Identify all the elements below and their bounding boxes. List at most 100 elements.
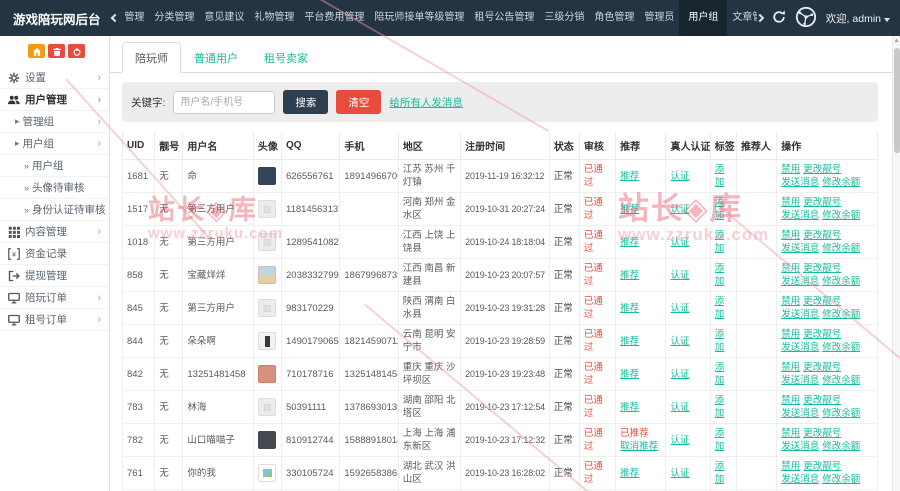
sidebar-item-settings[interactable]: 设置 › — [0, 67, 109, 89]
change-nice-id-link[interactable]: 更改靓号 — [803, 296, 841, 307]
vertical-scrollbar[interactable]: ▲ — [892, 36, 900, 491]
power-button[interactable] — [68, 44, 85, 58]
change-nice-id-link[interactable]: 更改靓号 — [803, 461, 841, 472]
nav-item-feedback[interactable]: 意见建议 — [199, 0, 249, 36]
modify-balance-link[interactable]: 修改余额 — [822, 210, 860, 221]
cancel-recommend-link[interactable]: 取消推荐 — [620, 440, 661, 453]
add-tag-link[interactable]: 添加 — [715, 164, 725, 188]
modify-balance-link[interactable]: 修改余额 — [822, 243, 860, 254]
real-auth-link[interactable]: 认证 — [670, 204, 689, 215]
change-nice-id-link[interactable]: 更改靓号 — [803, 263, 841, 274]
sidebar-item-avatar-review[interactable]: » 头像待审核 — [0, 177, 109, 199]
disable-user-link[interactable]: 禁用 — [781, 329, 800, 340]
nav-scroll-right-icon[interactable] — [755, 14, 763, 22]
recommend-link[interactable]: 推荐 — [620, 170, 661, 183]
modify-balance-link[interactable]: 修改余额 — [822, 441, 860, 452]
nav-item-admins[interactable]: 管理员 — [639, 0, 679, 36]
real-auth-link[interactable]: 认证 — [670, 270, 689, 281]
recommend-link[interactable]: 推荐 — [620, 335, 661, 348]
add-tag-link[interactable]: 添加 — [715, 461, 725, 485]
modify-balance-link[interactable]: 修改余额 — [822, 276, 860, 287]
welcome-user-dropdown[interactable]: 欢迎, admin — [826, 11, 890, 26]
send-message-link[interactable]: 发送消息 — [781, 342, 819, 353]
nav-item-category[interactable]: 分类管理 — [149, 0, 199, 36]
nav-item-rental-notice[interactable]: 租号公告管理 — [469, 0, 539, 36]
tab-rental-sellers[interactable]: 租号卖家 — [251, 42, 321, 73]
sidebar-item-admin-group[interactable]: ▸ 管理组 › — [0, 111, 109, 133]
add-tag-link[interactable]: 添加 — [715, 296, 725, 320]
tab-companions[interactable]: 陪玩师 — [122, 42, 181, 73]
scrollbar-thumb[interactable] — [894, 48, 900, 153]
disable-user-link[interactable]: 禁用 — [781, 296, 800, 307]
recommend-link[interactable]: 推荐 — [620, 203, 661, 216]
refresh-icon[interactable] — [772, 10, 786, 27]
disable-user-link[interactable]: 禁用 — [781, 428, 800, 439]
send-message-link[interactable]: 发送消息 — [781, 276, 819, 287]
add-tag-link[interactable]: 添加 — [715, 230, 725, 254]
broadcast-message-link[interactable]: 给所有人发消息 — [389, 95, 463, 110]
home-button[interactable] — [28, 44, 45, 58]
real-auth-link[interactable]: 认证 — [670, 402, 689, 413]
send-message-link[interactable]: 发送消息 — [781, 243, 819, 254]
add-tag-link[interactable]: 添加 — [715, 362, 725, 386]
sidebar-item-user-group-list[interactable]: » 用户组 — [0, 155, 109, 177]
send-message-link[interactable]: 发送消息 — [781, 408, 819, 419]
nav-item-level-manage[interactable]: 陪玩师接单等级管理 — [369, 0, 469, 36]
real-auth-link[interactable]: 认证 — [670, 303, 689, 314]
change-nice-id-link[interactable]: 更改靓号 — [803, 362, 841, 373]
sidebar-item-companion-orders[interactable]: 陪玩订单 › — [0, 287, 109, 309]
disable-user-link[interactable]: 禁用 — [781, 461, 800, 472]
change-nice-id-link[interactable]: 更改靓号 — [803, 230, 841, 241]
recommend-link[interactable]: 推荐 — [620, 302, 661, 315]
change-nice-id-link[interactable]: 更改靓号 — [803, 164, 841, 175]
sidebar-item-user-group[interactable]: ▸ 用户组 › — [0, 133, 109, 155]
recommend-link[interactable]: 推荐 — [620, 236, 661, 249]
nav-item-platform-fees[interactable]: 平台费用管理 — [299, 0, 369, 36]
change-nice-id-link[interactable]: 更改靓号 — [803, 197, 841, 208]
user-avatar-icon[interactable] — [795, 6, 817, 31]
clear-button[interactable]: 清空 — [336, 90, 381, 114]
change-nice-id-link[interactable]: 更改靓号 — [803, 428, 841, 439]
sidebar-item-rental-orders[interactable]: 租号订单 › — [0, 309, 109, 331]
modify-balance-link[interactable]: 修改余额 — [822, 474, 860, 485]
trash-button[interactable] — [48, 44, 65, 58]
sidebar-item-identity-review[interactable]: » 身份认证待审核 — [0, 199, 109, 221]
send-message-link[interactable]: 发送消息 — [781, 309, 819, 320]
sidebar-item-content-manage[interactable]: 内容管理 › — [0, 221, 109, 243]
nav-item-articles[interactable]: 文章管理 — [727, 0, 756, 36]
tab-normal-users[interactable]: 普通用户 — [181, 42, 251, 73]
sidebar-item-withdraw-manage[interactable]: 提现管理 — [0, 265, 109, 287]
sidebar-item-fund-records[interactable]: ¥ 资金记录 — [0, 243, 109, 265]
recommend-link[interactable]: 推荐 — [620, 401, 661, 414]
recommend-link[interactable]: 已推荐 — [620, 427, 661, 440]
change-nice-id-link[interactable]: 更改靓号 — [803, 395, 841, 406]
modify-balance-link[interactable]: 修改余额 — [822, 309, 860, 320]
send-message-link[interactable]: 发送消息 — [781, 441, 819, 452]
disable-user-link[interactable]: 禁用 — [781, 263, 800, 274]
add-tag-link[interactable]: 添加 — [715, 428, 725, 452]
nav-item-distribution[interactable]: 三级分销 — [539, 0, 589, 36]
recommend-link[interactable]: 推荐 — [620, 368, 661, 381]
disable-user-link[interactable]: 禁用 — [781, 230, 800, 241]
real-auth-link[interactable]: 认证 — [670, 336, 689, 347]
send-message-link[interactable]: 发送消息 — [781, 474, 819, 485]
nav-item-user-groups[interactable]: 用户组 — [679, 0, 727, 36]
add-tag-link[interactable]: 添加 — [715, 263, 725, 287]
real-auth-link[interactable]: 认证 — [670, 468, 689, 479]
disable-user-link[interactable]: 禁用 — [781, 164, 800, 175]
add-tag-link[interactable]: 添加 — [715, 329, 725, 353]
real-auth-link[interactable]: 认证 — [670, 171, 689, 182]
change-nice-id-link[interactable]: 更改靓号 — [803, 329, 841, 340]
scrollbar-up-arrow-icon[interactable]: ▲ — [893, 36, 900, 46]
send-message-link[interactable]: 发送消息 — [781, 375, 819, 386]
send-message-link[interactable]: 发送消息 — [781, 177, 819, 188]
send-message-link[interactable]: 发送消息 — [781, 210, 819, 221]
real-auth-link[interactable]: 认证 — [670, 237, 689, 248]
search-input[interactable] — [173, 91, 275, 114]
modify-balance-link[interactable]: 修改余额 — [822, 177, 860, 188]
nav-item-gifts[interactable]: 礼物管理 — [249, 0, 299, 36]
modify-balance-link[interactable]: 修改余额 — [822, 375, 860, 386]
search-button[interactable]: 搜索 — [283, 90, 328, 114]
nav-item-manage[interactable]: 管理 — [119, 0, 149, 36]
disable-user-link[interactable]: 禁用 — [781, 395, 800, 406]
